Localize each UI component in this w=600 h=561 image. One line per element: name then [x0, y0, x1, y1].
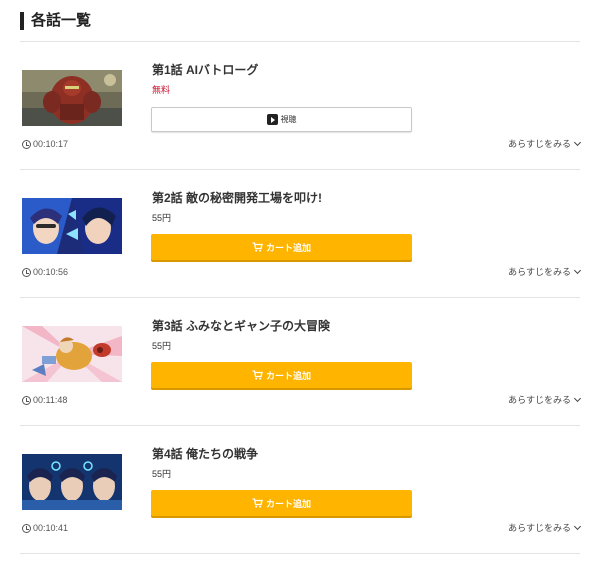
episode-duration: 00:11:48 [22, 394, 67, 406]
play-icon [266, 114, 278, 125]
cart-button-label: カート追加 [265, 370, 311, 381]
characters-thumbnail-icon [22, 198, 122, 254]
duration-text: 00:10:56 [33, 267, 69, 277]
episode-price: 55円 [152, 341, 172, 351]
episode-title[interactable]: 第2話 敵の秘密開発工場を叩け! [152, 190, 322, 206]
clock-icon [22, 267, 31, 277]
duration-text: 00:10:41 [33, 523, 69, 533]
cart-icon [252, 242, 263, 252]
synopsis-toggle[interactable]: あらすじをみる [508, 394, 582, 406]
synopsis-toggle[interactable]: あらすじをみる [508, 138, 582, 150]
episode-item-4: 第4話 俺たちの戦争 55円 カート追加 00:10:41 あらすじをみる [20, 426, 582, 554]
duration-text: 00:11:48 [33, 395, 68, 405]
synopsis-label: あらすじをみる [508, 523, 571, 533]
episode-thumbnail[interactable] [22, 198, 122, 254]
cart-button-label: カート追加 [265, 242, 311, 253]
add-to-cart-button[interactable]: カート追加 [151, 234, 412, 260]
episode-thumbnail[interactable] [22, 326, 122, 382]
synopsis-label: あらすじをみる [508, 267, 571, 277]
episode-title[interactable]: 第3話 ふみなとギャン子の大冒険 [152, 318, 330, 334]
episode-thumbnail[interactable] [22, 454, 122, 510]
add-to-cart-button[interactable]: カート追加 [151, 362, 412, 388]
episode-thumbnail[interactable] [22, 70, 122, 126]
mecha-thumbnail-icon [22, 70, 122, 126]
adventure-thumbnail-icon [22, 326, 122, 382]
episode-item-3: 第3話 ふみなとギャン子の大冒険 55円 カート追加 00:11:48 あらすじ… [20, 298, 582, 426]
episode-price: 無料 [152, 85, 171, 95]
add-to-cart-button[interactable]: カート追加 [151, 490, 412, 516]
heading-accent-bar [20, 12, 24, 30]
episode-price: 55円 [152, 213, 172, 223]
episode-price: 55円 [152, 469, 172, 479]
synopsis-label: あらすじをみる [508, 139, 571, 149]
synopsis-toggle[interactable]: あらすじをみる [508, 522, 582, 534]
episode-item-1: 第1話 AIバトローグ 無料 視聴 00:10:17 あらすじをみる [20, 42, 582, 170]
synopsis-label: あらすじをみる [508, 395, 571, 405]
episode-duration: 00:10:56 [22, 266, 68, 278]
section-header: 各話一覧 [20, 10, 580, 42]
chevron-down-icon [573, 522, 582, 531]
episode-title[interactable]: 第1話 AIバトローグ [152, 62, 258, 78]
cart-button-label: カート追加 [265, 498, 311, 509]
trio-thumbnail-icon [22, 454, 122, 510]
synopsis-toggle[interactable]: あらすじをみる [508, 266, 582, 278]
cart-icon [252, 370, 263, 380]
episode-duration: 00:10:41 [22, 522, 68, 534]
chevron-down-icon [573, 266, 582, 275]
duration-text: 00:10:17 [33, 139, 69, 149]
episode-title[interactable]: 第4話 俺たちの戦争 [152, 446, 258, 462]
clock-icon [22, 523, 31, 533]
watch-button[interactable]: 視聴 [151, 107, 412, 132]
clock-icon [22, 395, 31, 405]
watch-button-label: 視聴 [280, 115, 297, 124]
chevron-down-icon [573, 138, 582, 147]
section-title: 各話一覧 [31, 12, 92, 29]
cart-icon [252, 498, 263, 508]
episode-duration: 00:10:17 [22, 138, 68, 150]
chevron-down-icon [573, 394, 582, 403]
clock-icon [22, 139, 31, 149]
episode-item-2: 第2話 敵の秘密開発工場を叩け! 55円 カート追加 00:10:56 あらすじ… [20, 170, 582, 298]
